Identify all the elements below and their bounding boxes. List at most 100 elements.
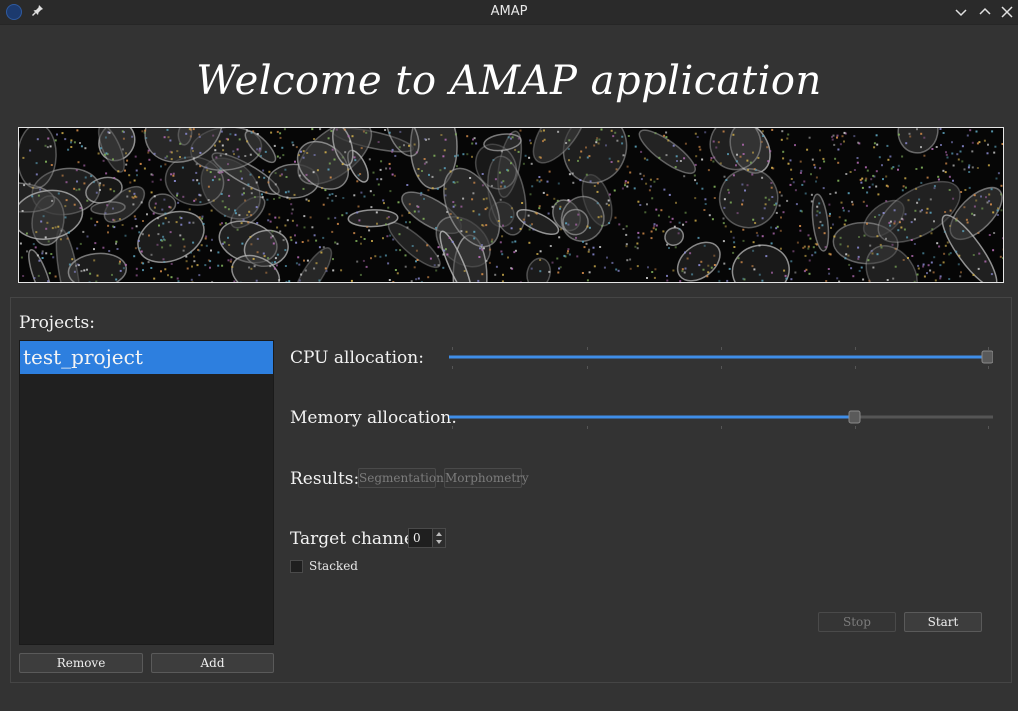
tissue-speck: [207, 199, 210, 201]
tissue-speck: [567, 148, 570, 150]
tissue-speck: [976, 142, 979, 145]
tissue-speck: [850, 267, 853, 270]
tissue-speck: [920, 181, 923, 184]
tissue-speck: [880, 246, 883, 249]
projects-list[interactable]: test_project: [19, 340, 274, 645]
tissue-speck: [324, 151, 327, 154]
tissue-speck: [263, 255, 266, 258]
tissue-speck: [256, 251, 259, 254]
tissue-speck: [143, 131, 146, 134]
stop-button[interactable]: Stop: [818, 612, 896, 632]
start-button[interactable]: Start: [904, 612, 982, 632]
tissue-speck: [988, 234, 991, 236]
segmentation-button[interactable]: Segmentation: [358, 468, 444, 488]
tissue-speck: [241, 242, 244, 245]
tissue-speck: [897, 133, 900, 136]
tissue-speck: [803, 245, 806, 248]
maximize-icon[interactable]: [977, 4, 993, 20]
tissue-speck: [221, 242, 224, 245]
tissue-speck: [142, 262, 145, 265]
tissue-speck: [539, 270, 542, 273]
minimize-icon[interactable]: [953, 4, 969, 20]
stacked-checkbox[interactable]: [290, 560, 303, 573]
tissue-speck: [816, 210, 819, 213]
tissue-speck: [786, 137, 789, 140]
tissue-speck: [717, 270, 720, 273]
tissue-speck: [80, 270, 83, 273]
tissue-speck: [836, 277, 839, 280]
tissue-speck: [698, 145, 701, 148]
tissue-speck: [303, 226, 306, 229]
tissue-speck: [184, 156, 186, 159]
tissue-speck: [221, 144, 224, 147]
tissue-speck: [135, 169, 138, 172]
tissue-speck: [501, 253, 504, 256]
tissue-speck: [300, 150, 302, 153]
tissue-speck: [307, 199, 310, 202]
tissue-speck: [775, 211, 778, 214]
close-icon[interactable]: [999, 4, 1015, 20]
spin-arrows-icon[interactable]: [432, 529, 445, 547]
memory-allocation-slider[interactable]: [449, 403, 993, 433]
tissue-speck: [383, 202, 385, 205]
tissue-speck: [154, 202, 157, 205]
tissue-speck: [567, 250, 569, 253]
tissue-speck: [803, 180, 806, 183]
tissue-speck: [157, 233, 160, 236]
add-button[interactable]: Add: [151, 653, 274, 673]
tissue-speck: [917, 264, 920, 267]
tissue-speck: [915, 168, 918, 170]
tissue-speck: [945, 151, 947, 154]
tissue-speck: [614, 216, 617, 219]
tissue-speck: [929, 269, 932, 272]
tissue-speck: [987, 164, 990, 167]
tissue-speck: [667, 139, 670, 142]
tissue-speck: [410, 280, 413, 282]
tissue-speck: [37, 274, 40, 277]
tissue-speck: [617, 269, 620, 272]
tissue-speck: [708, 214, 711, 217]
remove-button[interactable]: Remove: [19, 653, 143, 673]
tissue-speck: [151, 174, 154, 177]
tissue-speck: [227, 259, 230, 262]
tissue-speck: [240, 222, 243, 225]
tissue-speck: [907, 199, 910, 202]
tissue-speck: [368, 229, 371, 232]
tissue-speck: [741, 183, 744, 186]
tissue-speck: [357, 205, 360, 208]
tissue-speck: [115, 240, 118, 243]
tissue-speck: [176, 192, 179, 195]
tissue-speck: [966, 134, 969, 137]
tissue-speck: [840, 201, 843, 204]
tissue-speck: [363, 238, 366, 240]
tissue-speck: [929, 211, 932, 214]
list-item[interactable]: test_project: [20, 341, 273, 374]
tissue-blob: [148, 193, 177, 215]
tissue-speck: [621, 187, 624, 190]
tissue-speck: [363, 195, 366, 198]
tissue-speck: [296, 224, 299, 227]
tissue-speck: [138, 247, 141, 250]
cpu-allocation-slider[interactable]: [449, 343, 993, 373]
tissue-speck: [742, 239, 745, 242]
target-channel-value[interactable]: 0: [413, 531, 421, 545]
target-channel-spinbox[interactable]: 0: [408, 528, 446, 548]
tissue-speck: [250, 214, 253, 217]
tissue-speck: [993, 232, 996, 234]
morphometry-button[interactable]: Morphometry: [444, 468, 529, 488]
tissue-speck: [507, 136, 510, 139]
tissue-speck: [133, 255, 136, 258]
tissue-speck: [761, 235, 764, 238]
tissue-speck: [126, 159, 129, 162]
tissue-speck: [616, 139, 619, 142]
tissue-speck: [646, 203, 648, 206]
tissue-speck: [177, 201, 180, 204]
tissue-speck: [395, 249, 398, 252]
tissue-speck: [31, 186, 34, 189]
tissue-speck: [421, 170, 423, 172]
tissue-speck: [283, 128, 286, 131]
tissue-speck: [112, 207, 114, 210]
tissue-speck: [267, 257, 269, 260]
tissue-speck: [169, 139, 172, 142]
tissue-speck: [621, 142, 624, 145]
